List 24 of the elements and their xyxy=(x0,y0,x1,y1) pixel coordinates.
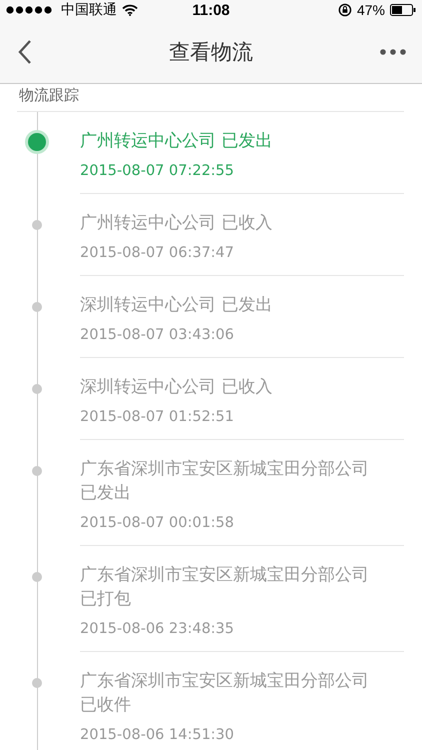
event-title: 深圳转运中心公司 已收入 xyxy=(80,376,274,399)
event-time: 2015-08-06 14:51:30 xyxy=(80,726,235,745)
page-title: 查看物流 xyxy=(169,38,253,66)
more-icon xyxy=(380,48,406,54)
event-time: 2015-08-06 23:48:35 xyxy=(80,620,235,639)
event-title: 广州转运中心公司 已收入 xyxy=(80,212,274,235)
event-time: 2015-08-07 00:01:58 xyxy=(80,514,235,533)
event-title: 广州转运中心公司 已发出 xyxy=(80,130,274,153)
battery-percent: 47% xyxy=(356,2,385,18)
wifi-icon xyxy=(122,4,138,16)
carrier-name: 中国联通 xyxy=(61,1,117,19)
event-time: 2015-08-07 01:52:51 xyxy=(80,408,235,427)
event-time: 2015-08-07 03:43:06 xyxy=(80,326,235,345)
event-title: 广东省深圳市宝安区新城宝田分部公司已发出 xyxy=(80,458,370,505)
clock: 11:08 xyxy=(192,2,230,18)
rotation-lock-icon xyxy=(338,3,352,17)
event-time: 2015-08-07 06:37:47 xyxy=(80,244,235,263)
battery-icon xyxy=(390,4,416,16)
event-title: 广东省深圳市宝安区新城宝田分部公司已收件 xyxy=(80,670,370,717)
event-title: 深圳转运中心公司 已发出 xyxy=(80,294,274,317)
event-title: 广东省深圳市宝安区新城宝田分部公司已打包 xyxy=(80,564,370,611)
event-time: 2015-08-07 07:22:55 xyxy=(80,162,235,181)
back-icon xyxy=(18,38,32,64)
section-title: 物流跟踪 xyxy=(18,85,80,104)
